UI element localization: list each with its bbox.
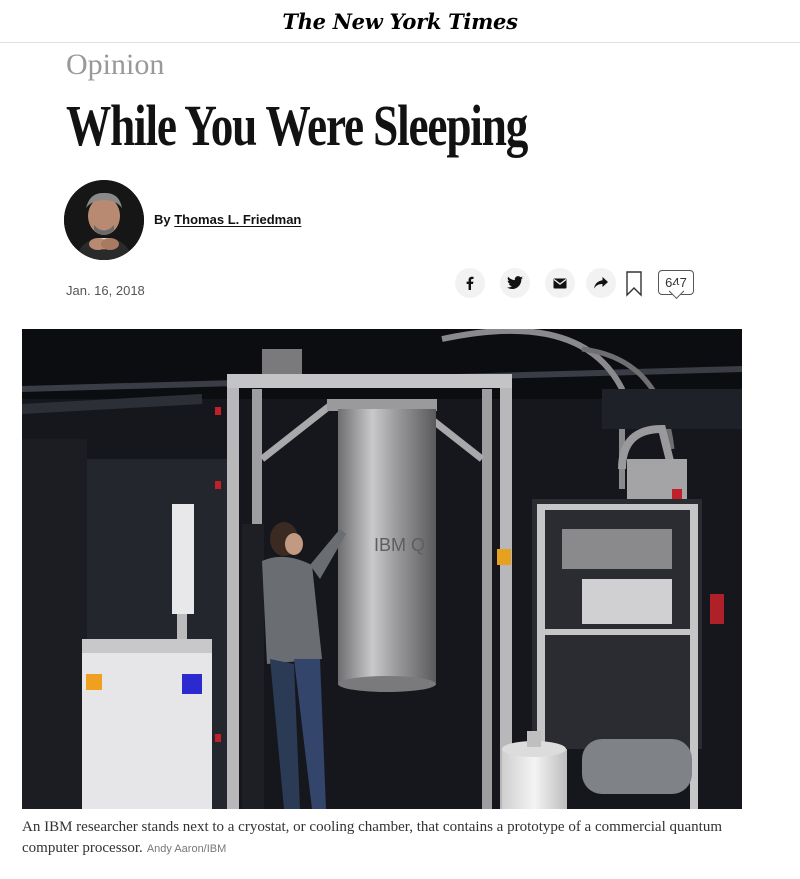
share-icon (594, 277, 608, 289)
byline-prefix: By (154, 212, 175, 227)
bookmark-icon[interactable] (626, 271, 642, 297)
email-icon (553, 278, 567, 288)
photo-caption: An IBM researcher stands next to a cryos… (22, 817, 742, 860)
facebook-icon (466, 276, 474, 290)
nyt-logo[interactable]: The New York Times (282, 9, 518, 34)
author-link[interactable]: Thomas L. Friedman (174, 212, 301, 227)
comment-count: 647 (665, 275, 687, 290)
facebook-share-button[interactable] (455, 268, 485, 298)
comments-button[interactable]: 647 (658, 270, 694, 295)
lead-photo: IBM Q (22, 329, 742, 809)
section-label[interactable]: Opinion (66, 48, 164, 82)
twitter-icon (507, 276, 523, 289)
quantum-lab-image: IBM Q (22, 329, 742, 809)
cylinder-label: IBM Q (374, 535, 425, 555)
masthead: The New York Times (0, 0, 800, 43)
email-share-button[interactable] (545, 268, 575, 298)
author-avatar[interactable] (64, 180, 144, 260)
byline: By Thomas L. Friedman (154, 212, 301, 227)
photo-credit: Andy Aaron/IBM (146, 843, 227, 855)
article-headline: While You Were Sleeping (66, 93, 528, 158)
publish-date: Jan. 16, 2018 (66, 283, 145, 298)
caption-text: An IBM researcher stands next to a cryos… (22, 819, 723, 856)
twitter-share-button[interactable] (500, 268, 530, 298)
more-share-button[interactable] (586, 268, 616, 298)
